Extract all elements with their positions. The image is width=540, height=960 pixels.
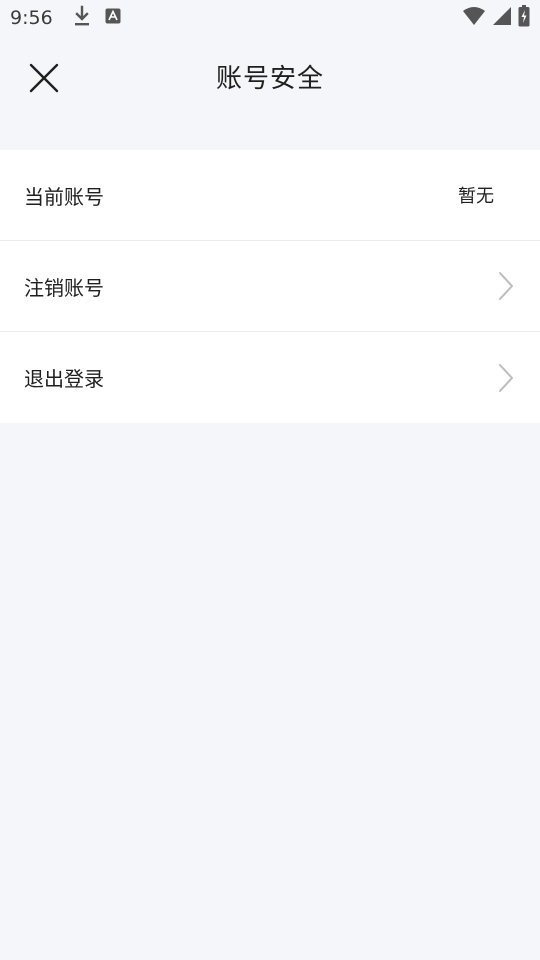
status-time: 9:56 — [10, 7, 53, 29]
status-right — [462, 5, 530, 31]
header: 账号安全 — [0, 40, 540, 116]
logout-label: 退出登录 — [24, 367, 104, 391]
chevron-right-icon — [492, 268, 520, 304]
cancel-account-row[interactable]: 注销账号 — [0, 241, 540, 332]
current-account-value: 暂无 — [458, 186, 494, 207]
status-left: 9:56 — [10, 5, 121, 31]
current-account-label: 当前账号 — [24, 184, 104, 209]
battery-charging-icon — [518, 5, 530, 31]
cellular-signal-icon — [492, 6, 512, 30]
logout-row[interactable]: 退出登录 — [0, 332, 540, 423]
current-account-row[interactable]: 当前账号 暂无 — [0, 150, 540, 241]
chevron-right-icon — [492, 360, 520, 396]
page-title: 账号安全 — [215, 64, 324, 94]
account-security-list: 当前账号 暂无 注销账号 退出登录 — [0, 150, 540, 423]
text-a-icon — [105, 8, 121, 28]
download-icon — [73, 5, 91, 31]
cancel-account-label: 注销账号 — [24, 275, 104, 300]
status-bar: 9:56 — [0, 0, 540, 36]
wifi-icon — [462, 6, 486, 30]
